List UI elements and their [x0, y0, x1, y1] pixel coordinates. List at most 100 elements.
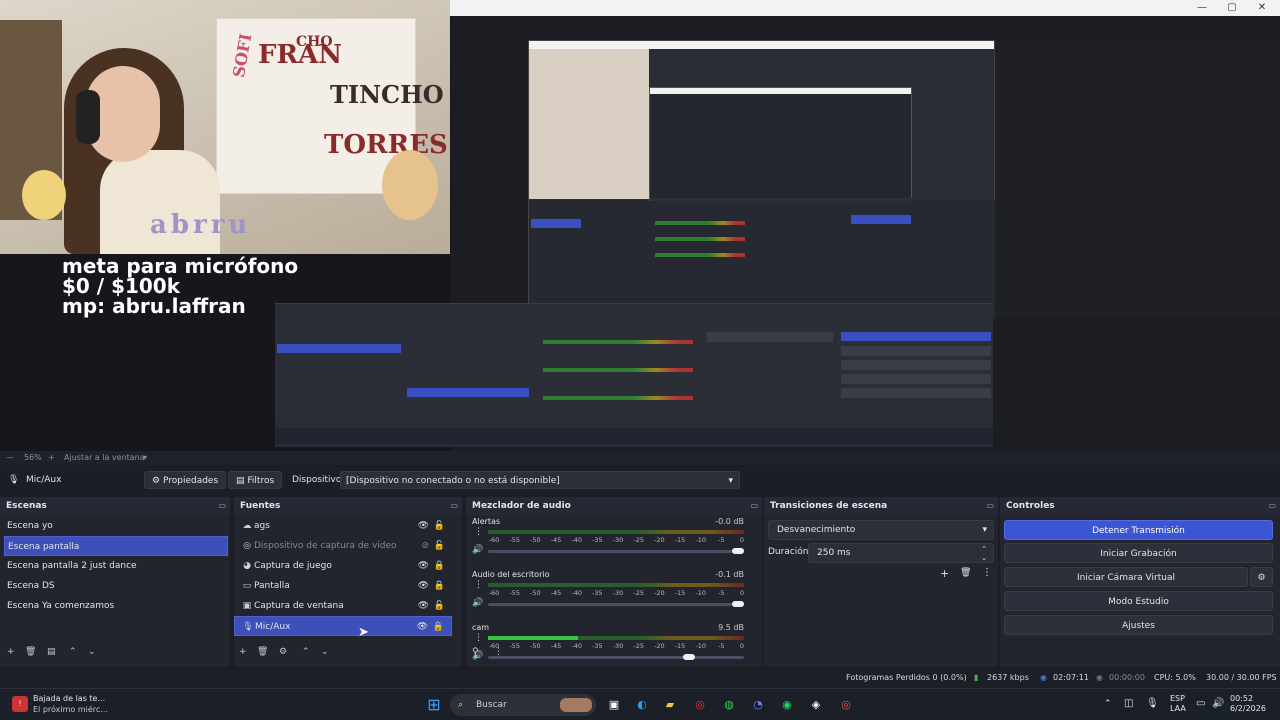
eye-hidden-icon[interactable]: ⊘ [421, 536, 429, 556]
unlock-icon[interactable]: 🔓 [434, 536, 445, 556]
chevron-up-icon[interactable]: ⌃ [69, 647, 77, 657]
file-explorer-icon[interactable]: ▰ [660, 695, 680, 715]
add-icon[interactable]: + [7, 647, 15, 657]
lock-icon[interactable]: 🔒 [434, 556, 445, 576]
maximize-button[interactable]: ▢ [1218, 0, 1246, 16]
properties-button[interactable]: ⚙ Propiedades [144, 471, 227, 489]
eye-icon[interactable]: 👁 [418, 576, 429, 596]
kebab-menu-icon[interactable]: ⋮ [474, 580, 483, 590]
dock-float-icon[interactable]: ▭ [218, 497, 226, 515]
volume-slider[interactable] [488, 548, 744, 554]
scene-item[interactable]: Escena DS [4, 576, 228, 596]
device-select[interactable]: [Dispositivo no conectado o no está disp… [340, 471, 740, 489]
signal-icon: ▮ [974, 673, 979, 682]
volume-icon[interactable]: 🔊 [1212, 698, 1224, 709]
dock-float-icon[interactable]: ▭ [450, 497, 458, 515]
db-tick-label: -30 [612, 536, 624, 544]
minimize-button[interactable]: — [1188, 0, 1216, 16]
start-virtual-cam-button[interactable]: Iniciar Cámara Virtual [1004, 567, 1248, 587]
add-icon[interactable]: + [940, 567, 949, 580]
notification-title[interactable]: Bajada de las te... [33, 694, 105, 703]
filters-button[interactable]: ▤ Filtros [228, 471, 283, 489]
dock-float-icon[interactable]: ▭ [750, 497, 758, 515]
preview-canvas[interactable]: FRAN TINCHO TORRES SOFI CHO abrru meta p… [0, 0, 1280, 451]
kebab-menu-icon[interactable]: ⋮ [474, 633, 483, 643]
scene-item[interactable]: Escena yo [4, 516, 228, 536]
dock-float-icon[interactable]: ▭ [1268, 497, 1276, 515]
speaker-icon[interactable]: 🔊 [472, 545, 483, 555]
whatsapp-icon[interactable]: ◍ [719, 695, 739, 715]
clock-time[interactable]: 00:52 [1230, 694, 1253, 703]
chrome-alt-icon[interactable]: ◎ [836, 695, 856, 715]
obs-icon[interactable]: ◈ [806, 695, 826, 715]
studio-mode-button[interactable]: Modo Estudio [1004, 591, 1273, 611]
trash-icon[interactable]: 🗑 [25, 647, 36, 657]
source-item[interactable]: ◎ Dispositivo de captura de vídeo ⊘ 🔓 [234, 536, 452, 556]
taskbar-search[interactable]: ⌕ Buscar [450, 694, 596, 716]
stop-stream-button[interactable]: Detener Transmisión [1004, 520, 1273, 540]
speaker-icon[interactable]: 🔊 [472, 598, 483, 608]
scene-item[interactable]: Escena Ya comenzamos [4, 596, 228, 616]
source-item[interactable]: ▣ Captura de ventana 👁 🔓 [234, 596, 452, 616]
task-view-icon[interactable]: ▣ [604, 695, 624, 715]
close-button[interactable]: ✕ [1248, 0, 1276, 16]
start-recording-button[interactable]: Iniciar Grabación [1004, 543, 1273, 563]
source-item[interactable]: ▭ Pantalla 👁 🔒 [234, 576, 452, 596]
filter-icon[interactable]: ▤ [47, 647, 56, 657]
trash-icon[interactable]: 🗑 [960, 568, 971, 578]
eye-icon[interactable]: 👁 [417, 617, 428, 637]
dash-icon[interactable]: — [6, 451, 14, 465]
chevron-up-icon[interactable]: ⌃ [1104, 699, 1112, 709]
source-item[interactable]: ◕ Captura de juego 👁 🔒 [234, 556, 452, 576]
chrome-icon[interactable]: ◎ [690, 695, 710, 715]
spotify-icon[interactable]: ◉ [777, 695, 797, 715]
display-icon[interactable]: ▭ [1196, 698, 1205, 709]
chevron-down-icon[interactable]: ⌄ [321, 647, 329, 657]
volume-slider[interactable] [488, 601, 744, 607]
kebab-menu-icon[interactable]: ⋮ [982, 567, 992, 578]
gear-icon[interactable]: ⚙ [279, 647, 287, 657]
duration-spinbox[interactable]: 250 ms ⌃ ⌄ [808, 543, 994, 563]
eye-icon[interactable]: 👁 [418, 556, 429, 576]
edge-icon[interactable]: ◐ [632, 695, 652, 715]
virtual-cam-settings-icon[interactable]: ⚙ [1250, 567, 1273, 587]
scene-item-selected[interactable]: Escena pantalla [4, 536, 228, 556]
chevron-down-icon[interactable]: ▾ [143, 451, 147, 465]
trash-icon[interactable]: 🗑 [257, 647, 268, 657]
fit-window-select[interactable]: Ajustar a la ventana [64, 451, 145, 465]
notification-subtitle[interactable]: El próximo miérc... [33, 705, 108, 714]
scene-item[interactable]: Escena pantalla 2 just dance [4, 556, 228, 576]
discord-icon[interactable]: ◔ [748, 695, 768, 715]
mic-icon[interactable]: 🎙 [1146, 698, 1159, 709]
clock-date[interactable]: 6/2/2026 [1230, 704, 1266, 713]
volume-slider-thumb[interactable] [732, 548, 744, 554]
windows-start-icon[interactable]: ⊞ [424, 695, 444, 715]
chevron-up-icon[interactable]: ⌃ [302, 647, 310, 657]
properties-label: Propiedades [162, 476, 219, 486]
transition-select[interactable]: Desvanecimiento ▾ [768, 520, 994, 540]
zoom-in-button[interactable]: + [48, 451, 55, 465]
unlock-icon[interactable]: 🔓 [434, 516, 445, 536]
lock-icon[interactable]: 🔒 [434, 576, 445, 596]
news-icon[interactable]: ! [12, 696, 28, 712]
chevron-down-icon[interactable]: ⌄ [88, 647, 96, 657]
db-tick-label: 0 [739, 589, 745, 597]
link-icon[interactable]: ⚲ [472, 647, 479, 657]
source-item-selected[interactable]: 🎙 Mic/Aux 👁 🔒 [234, 616, 452, 636]
language-line-1[interactable]: ESP [1170, 694, 1185, 703]
source-item[interactable]: ☁ ags 👁 🔓 [234, 516, 452, 536]
spin-down-icon[interactable]: ⌄ [981, 549, 987, 567]
unlock-icon[interactable]: 🔓 [434, 596, 445, 616]
dock-float-icon[interactable]: ▭ [986, 497, 994, 515]
volume-slider-thumb[interactable] [732, 601, 744, 607]
kebab-menu-icon[interactable]: ⋮ [494, 647, 503, 657]
settings-button[interactable]: Ajustes [1004, 615, 1273, 635]
kebab-menu-icon[interactable]: ⋮ [474, 527, 483, 537]
webcam-feed: FRAN TINCHO TORRES SOFI CHO abrru [0, 0, 450, 254]
eye-icon[interactable]: 👁 [418, 596, 429, 616]
lock-icon[interactable]: 🔒 [433, 617, 444, 637]
add-icon[interactable]: + [239, 647, 247, 657]
language-line-2[interactable]: LAA [1170, 704, 1186, 713]
eye-icon[interactable]: 👁 [418, 516, 429, 536]
network-icon[interactable]: ◫ [1124, 698, 1133, 709]
